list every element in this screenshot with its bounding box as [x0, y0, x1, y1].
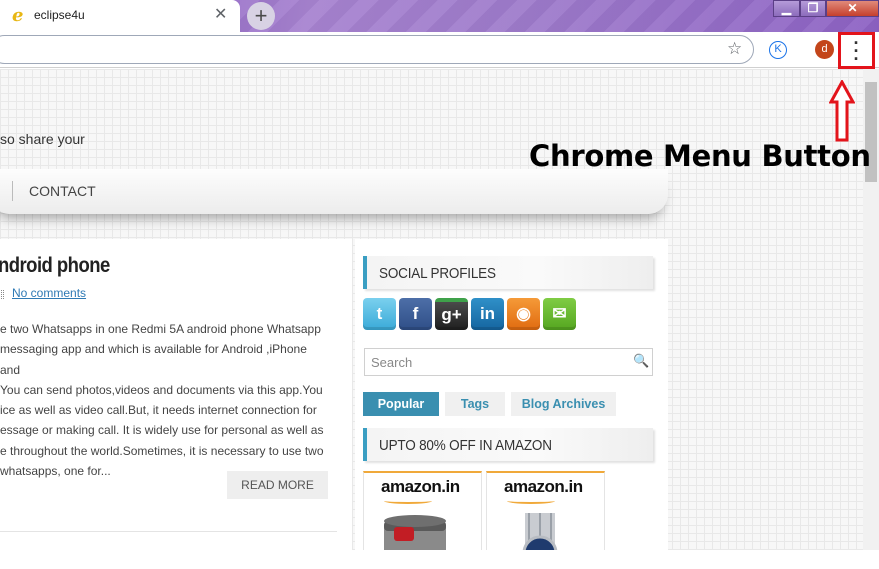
google-plus-icon[interactable]: g+: [435, 298, 468, 330]
annotation-label: Chrome Menu Button: [529, 139, 871, 173]
close-window-button[interactable]: ✕: [826, 0, 879, 17]
rss-icon[interactable]: ◉: [507, 298, 540, 330]
twitter-icon[interactable]: t: [363, 298, 396, 330]
amazon-offers-header: UPTO 80% OFF IN AMAZON: [363, 428, 653, 461]
tab-blog-archives[interactable]: Blog Archives: [511, 392, 616, 416]
search-icon[interactable]: 🔍: [633, 353, 649, 369]
maximize-button[interactable]: ❐: [800, 0, 826, 17]
chrome-menu-button[interactable]: · · ·: [838, 32, 875, 69]
bookmark-star-icon[interactable]: ☆: [727, 39, 742, 59]
browser-tab[interactable]: e eclipse4u ✕: [0, 0, 240, 32]
bottom-strip: [0, 550, 879, 569]
social-profiles-title: SOCIAL PROFILES: [379, 265, 496, 282]
tab-tags[interactable]: Tags: [445, 392, 505, 416]
tab-title: eclipse4u: [34, 8, 85, 22]
social-profiles-header: SOCIAL PROFILES: [363, 256, 653, 289]
social-icons-row: t f g+ in ◉ ✉: [363, 298, 576, 330]
browser-toolbar: [0, 32, 879, 68]
tab-close-icon[interactable]: ✕: [214, 6, 227, 24]
profile-avatar[interactable]: d: [815, 40, 834, 59]
comments-icon: [1, 290, 4, 299]
read-more-button[interactable]: READ MORE: [227, 471, 328, 499]
watch-product-icon: [522, 513, 558, 550]
new-tab-button[interactable]: +: [247, 2, 275, 30]
comments-link[interactable]: No comments: [12, 286, 86, 300]
post-divider: [0, 531, 337, 532]
flask-product-icon: [384, 515, 446, 550]
kebab-menu-icon: · · ·: [853, 33, 860, 69]
nav-separator: [12, 181, 13, 201]
site-nav-bar: [0, 169, 668, 214]
post-title[interactable]: ndroid phone: [0, 254, 110, 278]
tab-popular[interactable]: Popular: [363, 392, 439, 416]
annotation-arrow-icon: [829, 80, 855, 142]
email-icon[interactable]: ✉: [543, 298, 576, 330]
product-card[interactable]: amazon.in: [363, 471, 482, 550]
post-excerpt: e two Whatsapps in one Redmi 5A android …: [0, 322, 324, 479]
minimize-button[interactable]: ▁: [773, 0, 800, 17]
extension-icon[interactable]: K: [769, 41, 787, 59]
address-bar[interactable]: [0, 35, 754, 64]
amazon-smile-icon: [507, 498, 555, 504]
eclipse-favicon-icon: e: [12, 5, 24, 26]
nav-contact-link[interactable]: CONTACT: [29, 183, 96, 199]
amazon-offers-title: UPTO 80% OFF IN AMAZON: [379, 437, 552, 454]
linkedin-icon[interactable]: in: [471, 298, 504, 330]
amazon-logo: amazon.in: [381, 477, 460, 496]
product-card[interactable]: amazon.in: [486, 471, 605, 550]
facebook-icon[interactable]: f: [399, 298, 432, 330]
amazon-smile-icon: [384, 498, 432, 504]
amazon-products: amazon.in amazon.in: [363, 471, 605, 550]
site-tagline: so share your: [0, 131, 85, 147]
sidebar-tabs: Popular Tags Blog Archives: [363, 392, 616, 416]
amazon-logo: amazon.in: [504, 477, 583, 496]
window-controls: ▁ ❐ ✕: [773, 0, 879, 18]
sidebar-search-input[interactable]: [364, 348, 653, 376]
